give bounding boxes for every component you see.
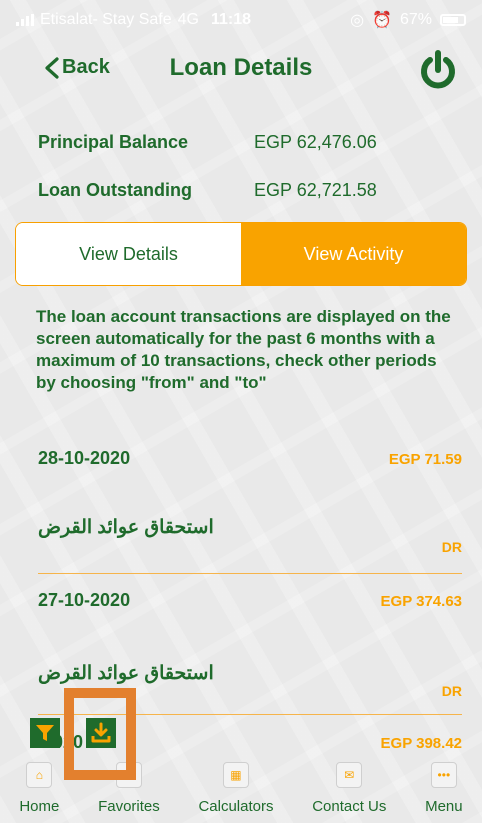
transaction-date: 28-10-2020 (38, 448, 131, 468)
alarm-icon: ⏰ (372, 12, 392, 29)
view-details-tab[interactable]: View Details (16, 223, 241, 285)
filter-icon (36, 725, 54, 741)
envelope-icon: ✉ (336, 762, 363, 788)
loan-outstanding-value: EGP 62,721.58 (254, 179, 377, 200)
tab-menu[interactable]: ••• Menu (425, 762, 463, 815)
battery-icon (440, 14, 466, 26)
tab-menu-label: Menu (425, 798, 463, 815)
tab-contact-us[interactable]: ✉ Contact Us (312, 762, 386, 815)
loan-outstanding-row: Loan Outstanding EGP 62,721.58 (38, 166, 462, 214)
filter-button[interactable] (30, 718, 60, 748)
principal-balance-value: EGP 62,476.06 (254, 131, 377, 152)
lock-rotation-icon: ◎ (350, 12, 365, 29)
signal-icon (16, 14, 34, 26)
page-title: Loan Details (169, 54, 313, 81)
status-bar: Etisalat- Stay Safe 4G 11:18 ◎ ⏰ 67% (0, 0, 482, 40)
transaction-description: استحقاق عوائد القرض (38, 663, 214, 684)
navigation-bar: Back Loan Details (0, 40, 482, 100)
tab-contact-us-label: Contact Us (312, 798, 387, 815)
highlight-box (64, 688, 136, 780)
logout-power-icon[interactable] (418, 50, 458, 90)
view-toggle: View Details View Activity (15, 222, 467, 286)
loan-outstanding-label: Loan Outstanding (38, 179, 192, 200)
more-icon: ••• (430, 762, 457, 788)
principal-balance-label: Principal Balance (38, 131, 189, 152)
carrier-label: Etisalat- Stay Safe (40, 11, 172, 28)
transaction-amount: EGP 374.63 (380, 593, 462, 610)
tab-home-label: Home (19, 798, 60, 815)
transaction-date: 27-10-2020 (38, 590, 131, 610)
loan-summary: Principal Balance EGP 62,476.06 Loan Out… (38, 118, 462, 214)
transaction-item[interactable]: 28-10-2020 EGP 71.59 استحقاق عوائد القرض… (38, 448, 462, 558)
transaction-type: DR (441, 683, 462, 699)
clock: 11:18 (210, 11, 252, 28)
tab-favorites-label: Favorites (98, 798, 160, 815)
transaction-description: استحقاق عوائد القرض (38, 517, 214, 538)
transaction-amount: EGP 71.59 (388, 451, 462, 468)
principal-balance-row: Principal Balance EGP 62,476.06 (38, 118, 462, 166)
calculator-icon: ▦ (222, 762, 249, 788)
tab-calculators-label: Calculators (198, 798, 274, 815)
transaction-item[interactable]: 27-10-2020 EGP 374.63 استحقاق عوائد القر… (38, 590, 462, 700)
transaction-type: DR (441, 539, 462, 555)
view-activity-tab[interactable]: View Activity (241, 223, 466, 285)
home-icon: ⌂ (26, 762, 53, 788)
battery-percent: 67% (399, 11, 432, 28)
divider (38, 573, 462, 574)
transactions-info-text: The loan account transactions are displa… (36, 307, 451, 392)
network-label: 4G (177, 11, 199, 28)
tab-calculators[interactable]: ▦ Calculators (198, 762, 273, 815)
tab-home[interactable]: ⌂ Home (19, 762, 59, 815)
